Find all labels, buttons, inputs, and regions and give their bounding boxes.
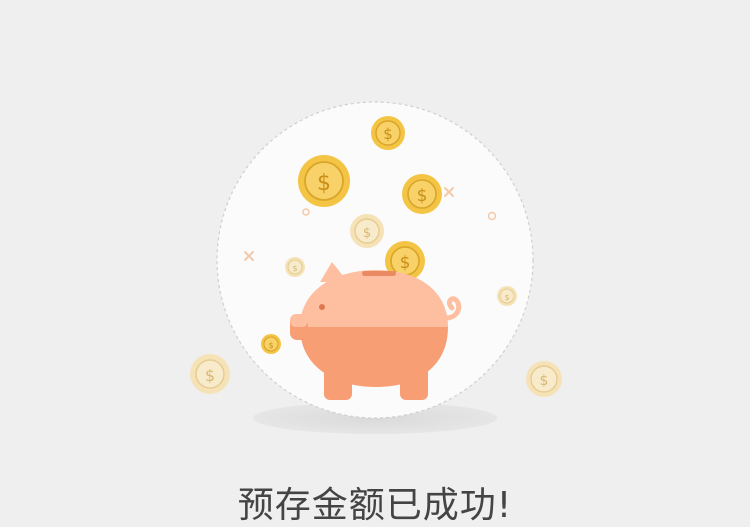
svg-text:$: $ — [205, 366, 215, 385]
svg-text:$: $ — [317, 171, 331, 196]
coin-icon: $ — [261, 334, 281, 354]
deposit-success-screen: $ $ $ $ $ $ $ $ $ $ 预存金额已成功! — [0, 0, 750, 527]
coin-icon: $ — [371, 116, 405, 150]
svg-text:$: $ — [400, 253, 411, 273]
coin-icon: $ — [497, 286, 517, 306]
coin-icon: $ — [350, 214, 384, 248]
svg-text:$: $ — [268, 341, 273, 350]
svg-text:$: $ — [504, 293, 509, 302]
coin-icon: $ — [298, 155, 350, 207]
coin-icon: $ — [190, 354, 230, 394]
svg-text:$: $ — [417, 186, 428, 206]
svg-text:$: $ — [540, 373, 549, 389]
coin-icon: $ — [402, 174, 442, 214]
svg-text:$: $ — [292, 264, 297, 273]
svg-text:$: $ — [383, 125, 393, 143]
piggy-bank-illustration: $ $ $ $ $ $ $ $ $ $ — [190, 101, 562, 434]
success-message: 预存金额已成功! — [237, 485, 513, 526]
svg-text:$: $ — [363, 226, 371, 241]
coin-icon: $ — [526, 361, 562, 397]
coin-icon: $ — [285, 257, 305, 277]
